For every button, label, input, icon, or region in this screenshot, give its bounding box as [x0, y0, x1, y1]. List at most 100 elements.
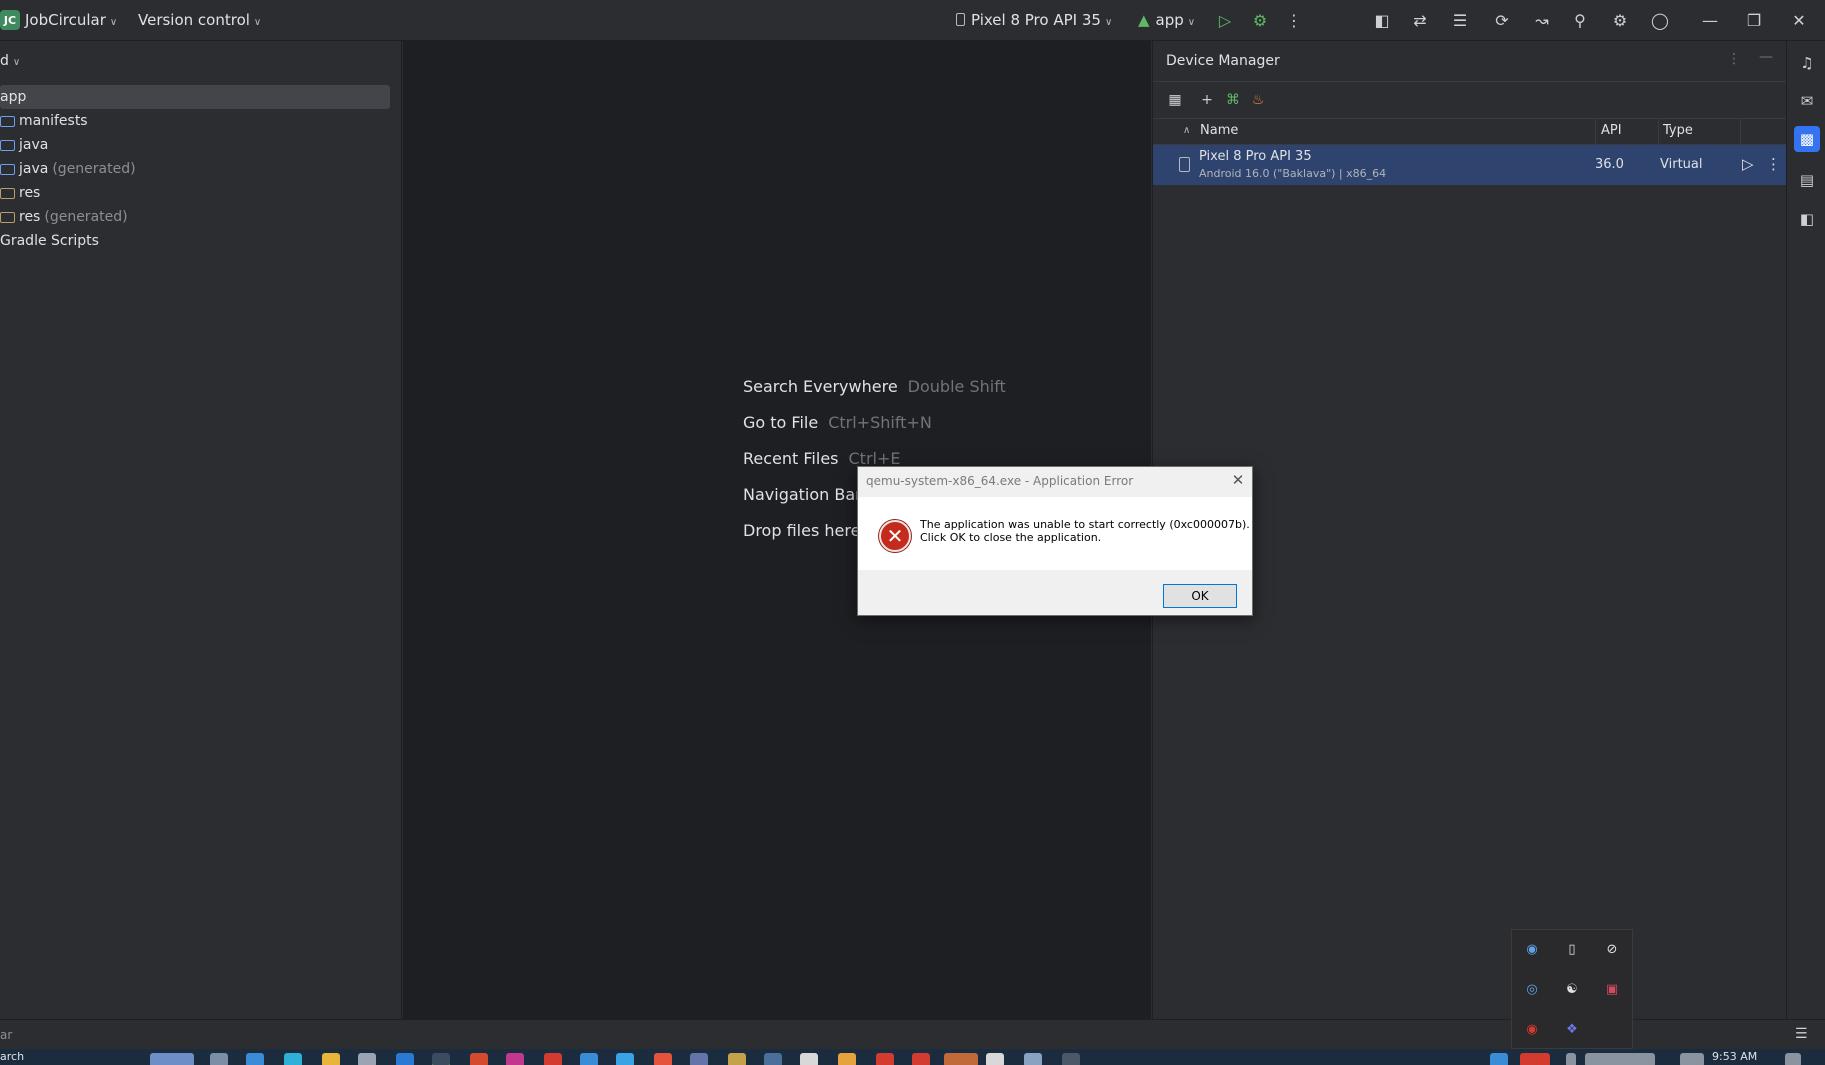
tree-item-gradle-scripts[interactable]: Gradle Scripts [0, 229, 99, 253]
application-error-dialog: qemu-system-x86_64.exe - Application Err… [857, 466, 1253, 616]
column-name[interactable]: Name [1200, 123, 1238, 138]
device-manager-icon[interactable]: ▩ [1794, 126, 1820, 152]
app-icon[interactable] [944, 1053, 978, 1065]
tree-item-res-generated[interactable]: res (generated) [0, 205, 128, 229]
notification-center-icon[interactable] [1785, 1053, 1801, 1065]
project-view-selector[interactable]: d ∨ [0, 53, 20, 69]
app-icon[interactable] [580, 1053, 598, 1065]
app-icon[interactable] [690, 1053, 708, 1065]
app-icon[interactable] [396, 1053, 414, 1065]
device-mirroring-icon[interactable]: ◧ [1370, 8, 1394, 32]
minimize-icon[interactable]: — [1698, 8, 1722, 32]
chevron-down-icon: ∨ [109, 17, 118, 28]
run-config-selector[interactable]: ▲ app ∨ [1138, 11, 1195, 29]
layout-icon[interactable]: ☰ [1795, 1026, 1808, 1042]
tree-item-java[interactable]: java [0, 133, 48, 157]
app-icon[interactable] [838, 1053, 856, 1065]
tree-item-label: java [19, 161, 49, 177]
project-selector[interactable]: JobCircular ∨ [25, 11, 117, 29]
task-view-icon[interactable] [210, 1053, 228, 1065]
app-icon[interactable] [728, 1053, 746, 1065]
search-icon[interactable]: ⚲ [1568, 8, 1592, 32]
chrome-icon[interactable] [912, 1053, 930, 1065]
options-icon[interactable]: ⋮ [1727, 51, 1741, 67]
app-icon[interactable] [470, 1053, 488, 1065]
copilot-icon[interactable]: ❖ [1563, 1020, 1581, 1038]
chat-icon[interactable]: ◎ [1523, 980, 1541, 998]
hide-panel-icon[interactable]: — [1759, 49, 1773, 65]
vcs-selector[interactable]: Version control ∨ [138, 11, 261, 29]
show-hidden-icons-icon[interactable] [1566, 1053, 1576, 1065]
sort-ascending-icon[interactable]: ∧ [1183, 125, 1190, 136]
more-options-icon[interactable]: ⋮ [1282, 8, 1306, 32]
group-devices-icon[interactable]: ▦ [1165, 90, 1185, 110]
hidden-eye-icon[interactable]: ⊘ [1603, 940, 1621, 958]
account-icon[interactable]: ◯ [1648, 8, 1672, 32]
tree-item-java-generated[interactable]: java (generated) [0, 157, 136, 181]
run-icon[interactable]: ▷ [1213, 8, 1237, 32]
app-icon[interactable] [246, 1053, 264, 1065]
chrome-icon[interactable]: ◉ [1523, 1020, 1541, 1038]
close-icon[interactable]: ✕ [1230, 471, 1246, 489]
file-explorer-icon[interactable] [322, 1053, 340, 1065]
running-devices-icon[interactable]: ◧ [1794, 206, 1820, 232]
error-icon: ✕ [879, 520, 911, 552]
tree-item-manifests[interactable]: manifests [0, 109, 88, 133]
app-icon[interactable] [284, 1053, 302, 1065]
sync-icon[interactable]: ⟳ [1490, 8, 1514, 32]
taskbar-clock[interactable]: 9:53 AM [1712, 1050, 1757, 1063]
device-menu-icon[interactable]: ⋮ [1766, 155, 1781, 173]
app-icon[interactable] [616, 1053, 634, 1065]
notifications-icon[interactable]: ♫ [1794, 50, 1820, 76]
tree-item-app[interactable]: app [0, 85, 390, 109]
android-studio-taskbar-icon[interactable] [432, 1053, 450, 1065]
app-icon[interactable] [764, 1053, 782, 1065]
device-explorer-icon[interactable]: ▤ [1794, 167, 1820, 193]
firebase-icon[interactable]: ♨ [1248, 90, 1268, 110]
chrome-icon[interactable] [544, 1053, 562, 1065]
column-type[interactable]: Type [1663, 123, 1693, 138]
wifi-pair-icon[interactable]: ⌘ [1223, 90, 1243, 110]
close-window-icon[interactable]: ✕ [1787, 8, 1811, 32]
app-icon[interactable] [506, 1053, 524, 1065]
device-row[interactable]: Pixel 8 Pro API 35 Android 16.0 ("Baklav… [1153, 145, 1786, 185]
app-icon[interactable] [1062, 1053, 1080, 1065]
tray-icon[interactable] [1490, 1053, 1508, 1065]
camera-icon[interactable]: ◉ [1523, 940, 1541, 958]
analytics-icon[interactable]: ↝ [1530, 8, 1554, 32]
language-icon[interactable] [1680, 1053, 1704, 1065]
system-icons[interactable] [1585, 1053, 1655, 1065]
add-device-icon[interactable]: + [1197, 90, 1217, 110]
taskbar-search[interactable]: arch [0, 1050, 24, 1063]
gradle-icon[interactable]: ✉ [1794, 88, 1820, 114]
app-icon[interactable] [654, 1053, 672, 1065]
app-icon[interactable] [358, 1053, 376, 1065]
ok-button[interactable]: OK [1163, 584, 1237, 608]
tree-item-label: java [19, 137, 49, 153]
settings-icon[interactable]: ⚙ [1608, 8, 1632, 32]
usb-drive-icon[interactable]: ▯ [1563, 940, 1581, 958]
headset-icon[interactable]: ☯ [1563, 980, 1581, 998]
dialog-message: The application was unable to start corr… [920, 518, 1250, 544]
start-device-icon[interactable]: ▷ [1742, 155, 1754, 173]
tree-item-res[interactable]: res [0, 181, 40, 205]
device-table-header: ∧ Name API Type [1153, 119, 1786, 145]
column-api[interactable]: API [1601, 123, 1622, 138]
widget-icon[interactable] [150, 1053, 194, 1065]
app-icon[interactable] [800, 1053, 818, 1065]
restore-icon[interactable]: ❐ [1742, 8, 1766, 32]
tree-item-label: app [0, 89, 27, 105]
hint-action: Recent Files [743, 449, 839, 468]
live-badge-icon[interactable] [1520, 1053, 1550, 1065]
device-selector[interactable]: Pixel 8 Pro API 35 ∨ [956, 11, 1112, 29]
hint-search-everywhere: Search Everywhere Double Shift [743, 377, 1006, 396]
chrome-icon[interactable] [876, 1053, 894, 1065]
record-icon[interactable]: ▣ [1603, 980, 1621, 998]
checklist-icon[interactable]: ☰ [1448, 8, 1472, 32]
translate-icon[interactable]: ⇄ [1408, 8, 1432, 32]
project-badge[interactable]: JC [0, 10, 20, 30]
debug-icon[interactable]: ⚙ [1248, 8, 1272, 32]
hint-go-to-file: Go to File Ctrl+Shift+N [743, 413, 932, 432]
app-icon[interactable] [986, 1053, 1004, 1065]
app-icon[interactable] [1024, 1053, 1042, 1065]
